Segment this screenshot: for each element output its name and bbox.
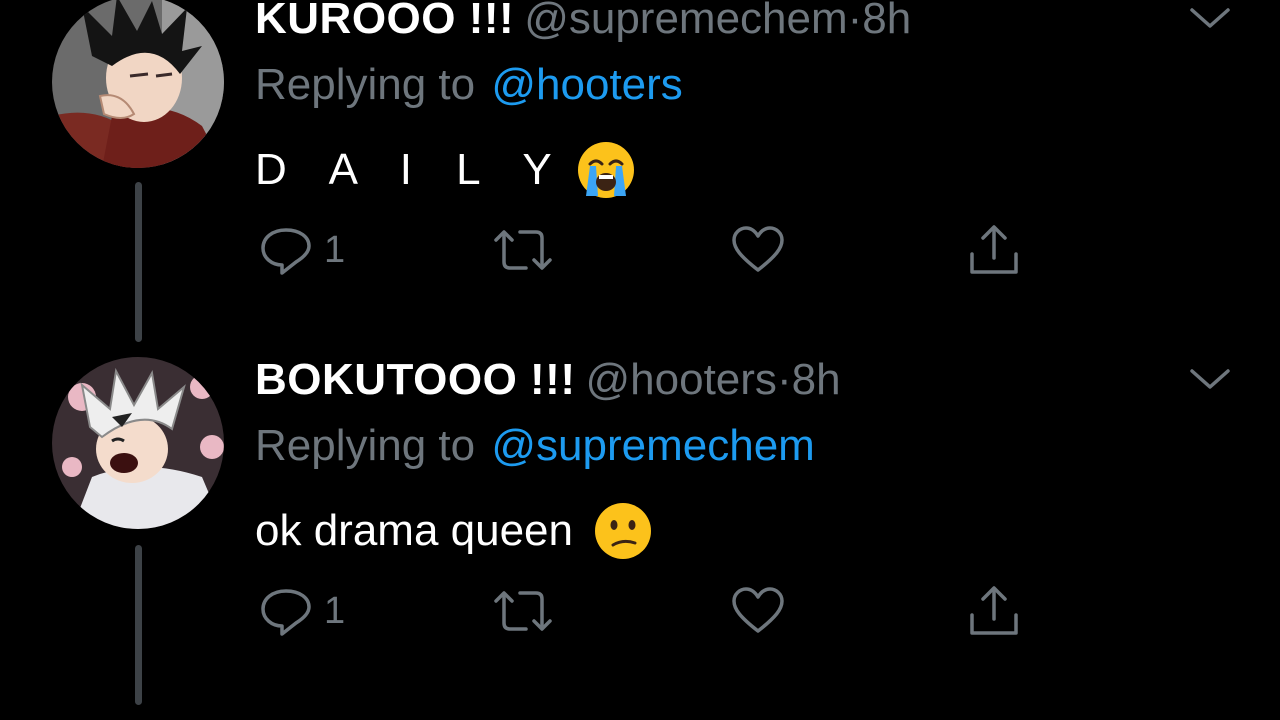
replying-to-label: Replying to	[255, 421, 476, 470]
like-button[interactable]	[730, 220, 786, 280]
retweet-button[interactable]	[492, 220, 554, 280]
tweet-text: D A I L Y	[255, 140, 636, 200]
tweet-actions: 1	[258, 581, 1058, 641]
tweet-text: ok drama queen	[255, 501, 653, 561]
replying-to-link[interactable]: @hooters	[491, 60, 682, 109]
reply-button[interactable]: 1	[258, 581, 345, 641]
timestamp[interactable]: 8h	[792, 355, 841, 404]
retweet-icon	[494, 230, 552, 270]
more-options-button[interactable]	[1188, 4, 1232, 34]
reply-button[interactable]: 1	[258, 220, 345, 280]
reply-count: 1	[324, 589, 346, 632]
avatar-image-bokuto	[52, 357, 224, 529]
retweet-icon	[494, 591, 552, 631]
replying-to-line: Replying to @hooters	[255, 60, 683, 110]
avatar-image-kuroo	[52, 0, 224, 168]
user-handle[interactable]: @hooters	[586, 355, 777, 404]
tweet-header: KUROOO !!! @supremechem·8h	[255, 0, 911, 44]
tweet-text-content: D A I L Y	[255, 145, 568, 194]
separator: ·	[847, 0, 863, 43]
thread-connector-line	[135, 182, 142, 342]
share-icon	[970, 586, 1018, 635]
retweet-button[interactable]	[492, 581, 554, 641]
reply-thread: KUROOO !!! @supremechem·8h Replying to @h…	[0, 0, 1280, 720]
heart-icon	[732, 587, 784, 633]
reply-count: 1	[324, 228, 346, 271]
tweet-header: BOKUTOOO !!! @hooters·8h	[255, 355, 841, 405]
replying-to-link[interactable]: @supremechem	[491, 421, 814, 470]
tweet[interactable]: KUROOO !!! @supremechem·8h Replying to @h…	[0, 0, 1280, 342]
share-icon	[970, 225, 1018, 274]
tweet-actions: 1	[258, 220, 1058, 280]
chevron-down-icon	[1190, 8, 1230, 28]
avatar[interactable]	[52, 357, 224, 529]
timestamp[interactable]: 8h	[862, 0, 911, 43]
loudly-crying-face-icon	[577, 142, 634, 198]
chevron-down-icon	[1190, 369, 1230, 389]
like-button[interactable]	[730, 581, 786, 641]
replying-to-line: Replying to @supremechem	[255, 421, 815, 471]
more-options-button[interactable]	[1188, 365, 1232, 395]
user-handle[interactable]: @supremechem	[524, 0, 847, 43]
reply-icon	[261, 228, 311, 275]
confused-face-icon	[595, 503, 651, 559]
tweet-text-content: ok drama queen	[255, 506, 573, 555]
display-name[interactable]: KUROOO !!!	[255, 0, 514, 43]
replying-to-label: Replying to	[255, 60, 476, 109]
tweet[interactable]: BOKUTOOO !!! @hooters·8h Replying to @sup…	[0, 343, 1280, 705]
reply-icon	[261, 589, 311, 636]
heart-icon	[732, 226, 784, 272]
thread-connector-line	[135, 545, 142, 705]
share-button[interactable]	[966, 581, 1022, 641]
separator: ·	[776, 355, 792, 404]
share-button[interactable]	[966, 220, 1022, 280]
avatar[interactable]	[52, 0, 224, 168]
display-name[interactable]: BOKUTOOO !!!	[255, 355, 576, 404]
